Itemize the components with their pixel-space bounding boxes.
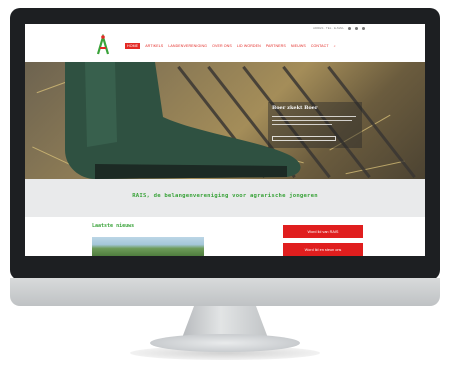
contact-info: ADRES · TEL · E-MAIL bbox=[312, 26, 344, 30]
nav-item-nieuws[interactable]: NIEUWS bbox=[291, 44, 306, 48]
content-area: Laatste nieuws Word lid van RAIS Word li… bbox=[25, 217, 425, 256]
hero-caption: Boer zkekt Boer bbox=[268, 102, 362, 148]
search-icon[interactable]: ⌕ bbox=[334, 44, 336, 48]
site-header: HOME ARTIKELS LANDENVERENIGING OVER ONS … bbox=[25, 32, 425, 62]
sidebar-button-join[interactable]: Word lid van RAIS bbox=[283, 225, 363, 238]
nav-item-over-ons[interactable]: OVER ONS bbox=[212, 44, 232, 48]
nav-item-partners[interactable]: PARTNERS bbox=[266, 44, 286, 48]
site-logo[interactable] bbox=[95, 34, 111, 56]
news-image[interactable] bbox=[92, 237, 204, 256]
mail-icon[interactable] bbox=[362, 26, 365, 30]
top-bar: ADRES · TEL · E-MAIL bbox=[25, 24, 425, 32]
sidebar-button-support[interactable]: Word lid en steun ons bbox=[283, 243, 363, 256]
hero-cta-button[interactable] bbox=[272, 136, 336, 141]
screen: ADRES · TEL · E-MAIL HOME ARTIKELS LANDE… bbox=[25, 24, 425, 256]
nav-item-contact[interactable]: CONTACT bbox=[311, 44, 329, 48]
nav-item-landenvereniging[interactable]: LANDENVERENIGING bbox=[168, 44, 207, 48]
boot-image bbox=[65, 62, 301, 179]
hero-title: Boer zkekt Boer bbox=[272, 105, 318, 111]
monitor-stand-base bbox=[150, 334, 300, 352]
nav-item-home[interactable]: HOME bbox=[125, 43, 141, 49]
main-nav: HOME ARTIKELS LANDENVERENIGING OVER ONS … bbox=[125, 43, 336, 49]
tagline-band: RAIS, de belangenvereniging voor agraris… bbox=[25, 179, 425, 217]
nav-item-artikels[interactable]: ARTIKELS bbox=[145, 44, 163, 48]
twitter-icon[interactable] bbox=[355, 26, 358, 30]
nav-item-lid-worden[interactable]: LID WORDEN bbox=[237, 44, 261, 48]
monitor-chin bbox=[10, 278, 440, 306]
tagline: RAIS, de belangenvereniging voor agraris… bbox=[132, 193, 318, 199]
news-heading: Laatste nieuws bbox=[92, 223, 135, 229]
facebook-icon[interactable] bbox=[348, 26, 351, 30]
hero-banner: Boer zkekt Boer bbox=[25, 62, 425, 179]
